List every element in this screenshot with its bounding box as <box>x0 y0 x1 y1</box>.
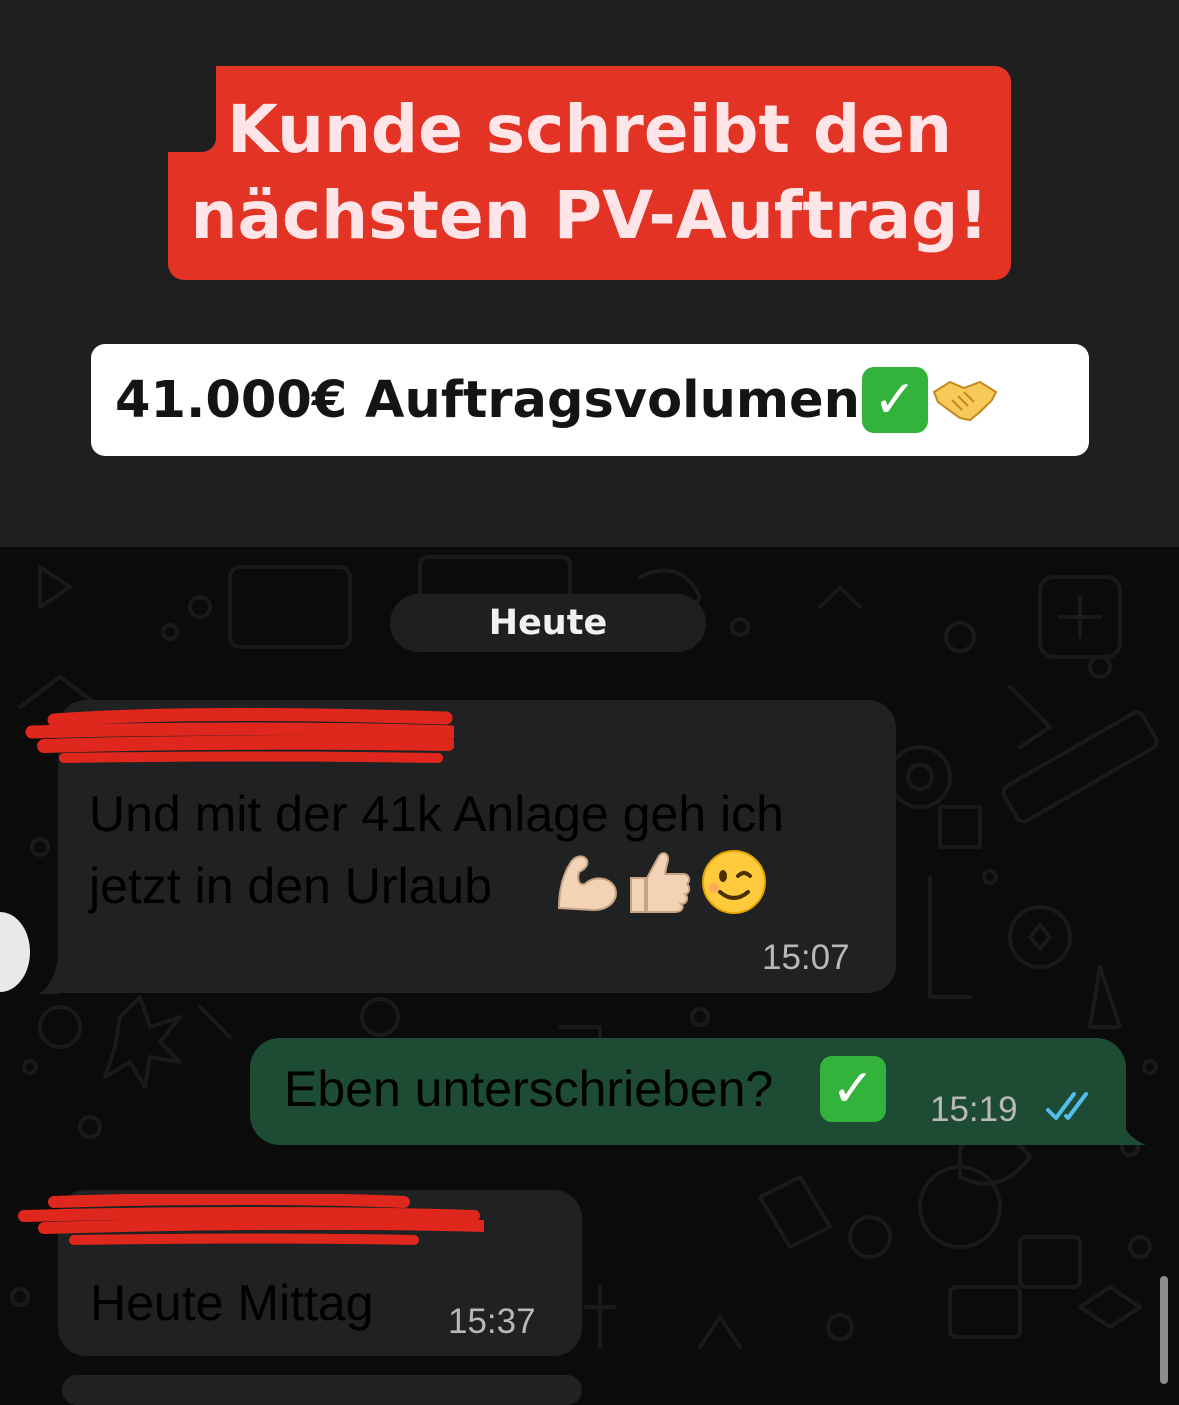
outgoing-bubble-tail <box>1120 1113 1146 1145</box>
date-label: Heute <box>488 603 608 643</box>
double-check-read-icon <box>1046 1092 1088 1120</box>
thumbs-up-icon <box>630 852 691 913</box>
headline-line-2: nächsten PV-Auftrag! <box>190 177 989 254</box>
flexed-biceps-icon <box>557 855 617 912</box>
incoming-message-1-line-1: Und mit der 41k Anlage geh ich <box>89 786 784 842</box>
check-mark-button-icon: ✓ <box>820 1056 886 1122</box>
order-volume-banner: 41.000€ Auftragsvolumen ✓ <box>91 344 1089 456</box>
headline-banner: Kunde schreibt den nächsten PV-Auftrag! <box>168 66 1011 280</box>
incoming-message-2-text: Heute Mittag <box>90 1275 374 1331</box>
incoming-bubble-tail <box>38 958 58 994</box>
winking-face-icon <box>702 850 766 914</box>
chat-scrollbar[interactable] <box>1160 1276 1168 1384</box>
headline-notch <box>168 66 216 152</box>
headline-line-1: Kunde schreibt den <box>226 91 953 168</box>
date-separator: Heute <box>390 594 706 652</box>
check-mark-button-icon: ✓ <box>861 367 928 433</box>
order-volume-text: 41.000€ Auftragsvolumen <box>115 370 860 430</box>
handshake-icon <box>932 380 998 422</box>
next-message-bubble-partial <box>62 1375 582 1405</box>
outgoing-message-1-time: 15:19 <box>930 1090 1018 1129</box>
redacted-sender-name-2 <box>18 1194 484 1245</box>
incoming-message-1-time: 15:07 <box>762 938 850 977</box>
redacted-sender-name-1 <box>25 708 454 763</box>
incoming-message-2-time: 15:37 <box>448 1302 536 1341</box>
outgoing-message-1-text: Eben unterschrieben? <box>284 1061 774 1117</box>
incoming-message-1-line-2: jetzt in den Urlaub <box>89 858 493 914</box>
